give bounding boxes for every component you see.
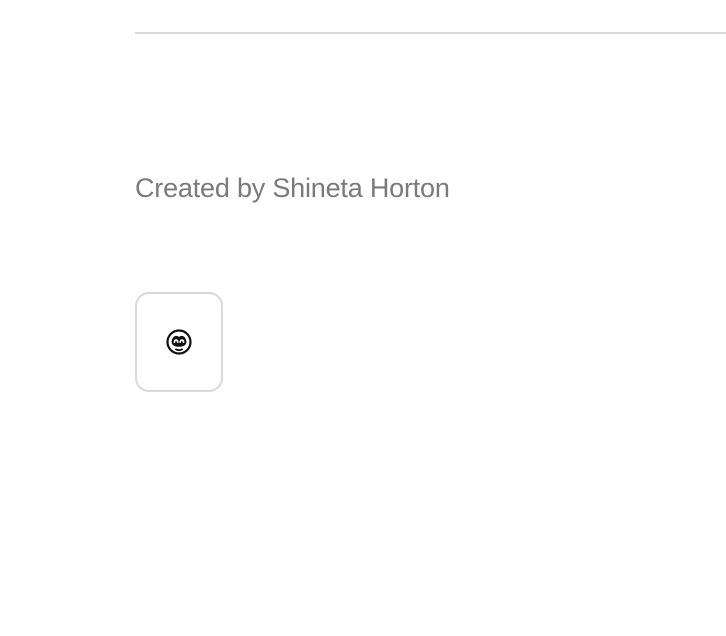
page: Created by Shineta Horton [0,0,726,636]
creator-credit: Created by Shineta Horton [135,173,450,203]
monkey-face-icon [165,328,193,356]
section-divider [135,32,726,34]
author-avatar-card[interactable] [135,292,223,392]
